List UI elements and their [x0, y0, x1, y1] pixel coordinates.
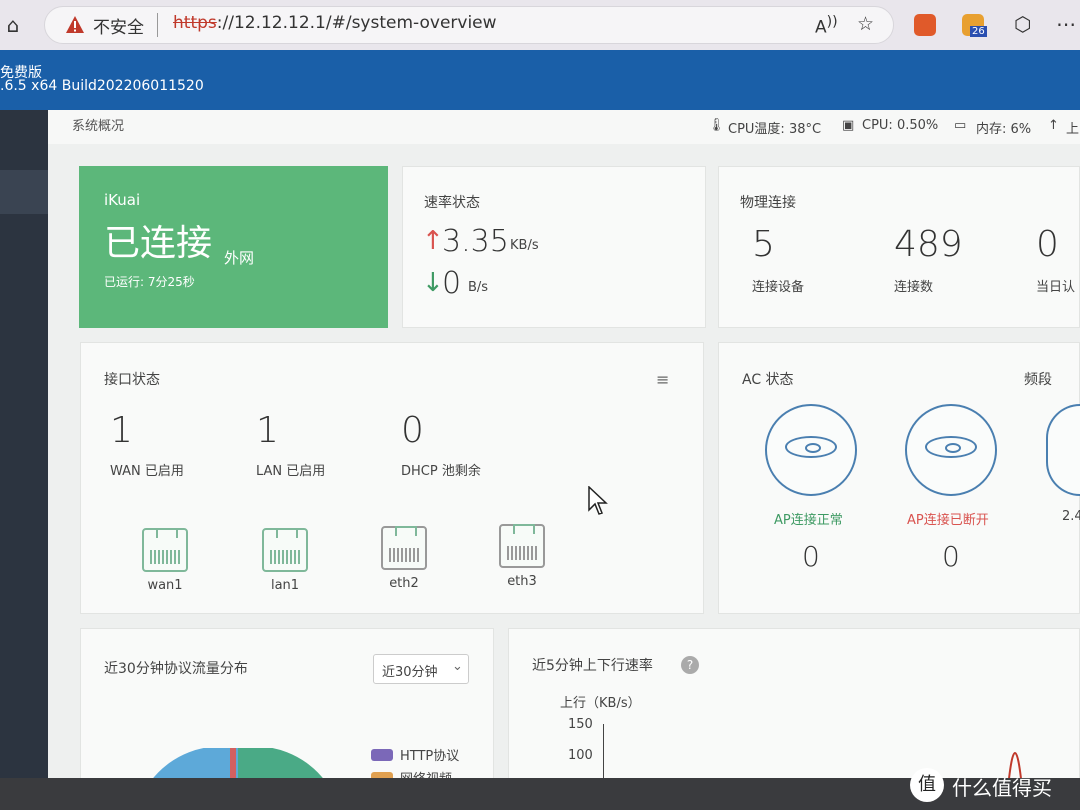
- port-label-lan1: lan1: [270, 578, 300, 593]
- download-arrow-icon: ↓: [422, 268, 444, 298]
- port-label-eth3: eth3: [507, 574, 537, 589]
- time-range-select[interactable]: 近30分钟 ⌄: [373, 654, 469, 684]
- band-title: 频段: [1024, 372, 1052, 388]
- brand-label: iKuai: [104, 191, 141, 209]
- separator: [157, 13, 158, 37]
- dhcp-count: 0: [401, 410, 424, 451]
- memory-usage: 内存: 6%: [976, 122, 1032, 137]
- wan-label: WAN 已启用: [110, 464, 184, 479]
- device-count-label: 连接设备: [752, 280, 805, 295]
- port-label-eth2: eth2: [389, 576, 419, 591]
- connection-status: 已连接: [104, 223, 213, 264]
- pie-slice: [150, 748, 238, 782]
- address-bar[interactable]: 不安全 https://12.12.12.1/#/system-overview…: [44, 6, 894, 44]
- warning-icon: [66, 16, 84, 33]
- version-label: .6.5 x64 Build202206011520: [0, 78, 204, 94]
- traffic-title: 近30分钟协议流量分布: [104, 661, 248, 677]
- ac-title: AC 状态: [742, 372, 794, 388]
- y-axis-label: 上行（KB/s）: [560, 696, 641, 711]
- thermometer-icon: 🌡: [708, 118, 725, 133]
- speed-title: 近5分钟上下行速率: [532, 658, 653, 674]
- y-tick-label: 100: [568, 748, 593, 763]
- ap-offline-label: AP连接已断开: [907, 513, 989, 528]
- extension-icon[interactable]: [914, 14, 936, 36]
- security-label[interactable]: 不安全: [93, 13, 144, 38]
- rate-title: 速率状态: [424, 195, 480, 211]
- upload-arrow-icon: ↑: [1048, 118, 1059, 133]
- help-icon[interactable]: ?: [681, 656, 699, 674]
- download-rate: 0: [442, 266, 462, 301]
- ap-online-label: AP连接正常: [774, 513, 843, 528]
- legend-swatch-http: [371, 749, 393, 761]
- band-label: 2.4: [1062, 509, 1080, 524]
- pie-slice: [230, 748, 236, 782]
- nav-item-active[interactable]: [0, 170, 48, 214]
- extensions-icon[interactable]: ⬡: [1014, 12, 1031, 36]
- more-icon[interactable]: ⋯: [1056, 12, 1076, 36]
- port-label-wan1: wan1: [147, 578, 183, 593]
- cpu-usage: CPU: 0.50%: [862, 118, 939, 133]
- rss-extension-icon[interactable]: 26: [962, 14, 987, 37]
- url-path: ://12.12.12.1/#/system-overview: [216, 13, 497, 33]
- upload-arrow-icon: ↑: [422, 226, 444, 256]
- protocol-pie-chart: [150, 748, 326, 782]
- pie-slice: [238, 748, 326, 782]
- home-icon[interactable]: ⌂: [2, 14, 24, 36]
- ap-offline-count: 0: [942, 540, 960, 573]
- upload-unit: KB/s: [510, 238, 539, 253]
- ap-online-count: 0: [802, 540, 820, 573]
- y-axis-line: [603, 724, 604, 784]
- physical-title: 物理连接: [740, 195, 796, 211]
- extension-badge: 26: [970, 26, 987, 37]
- download-unit: B/s: [468, 280, 489, 295]
- ap-offline-icon[interactable]: [905, 404, 997, 496]
- network-label: 外网: [224, 249, 255, 267]
- browser-toolbar: ⌂ 不安全 https://12.12.12.1/#/system-overvi…: [0, 0, 1080, 50]
- add-favorite-icon[interactable]: ☆: [857, 13, 874, 35]
- uptime-label: 已运行: 7分25秒: [104, 275, 195, 289]
- mouse-cursor-icon: [588, 486, 608, 515]
- session-count-label: 连接数: [894, 280, 934, 295]
- read-aloud-icon[interactable]: A)): [815, 14, 838, 38]
- breadcrumb: 系统概况: [72, 119, 125, 134]
- y-tick-label: 150: [568, 717, 593, 732]
- device-count: 5: [752, 224, 775, 265]
- auth-count-label: 当日认: [1036, 280, 1076, 295]
- upload-rate: 3.35: [442, 224, 509, 259]
- watermark-text: 什么值得买: [952, 776, 1052, 800]
- upload-label: 上: [1066, 122, 1080, 137]
- wan-count: 1: [110, 410, 133, 451]
- ethernet-port-icon[interactable]: [499, 524, 545, 568]
- time-range-value: 近30分钟: [382, 665, 438, 680]
- session-count: 489: [894, 224, 963, 265]
- interface-title: 接口状态: [104, 372, 160, 388]
- menu-icon[interactable]: ≡: [656, 370, 669, 389]
- ethernet-port-icon[interactable]: [142, 528, 188, 572]
- left-nav: [0, 110, 48, 810]
- app-header: 免费版 .6.5 x64 Build202206011520: [0, 50, 1080, 110]
- lan-count: 1: [256, 410, 279, 451]
- dhcp-label: DHCP 池剩余: [401, 464, 481, 479]
- memory-icon: ▭: [954, 118, 967, 133]
- chip-icon: ▣: [842, 118, 855, 133]
- chevron-down-icon: ⌄: [452, 659, 463, 674]
- lan-label: LAN 已启用: [256, 464, 326, 479]
- auth-count: 0: [1036, 224, 1059, 265]
- ap-online-icon[interactable]: [765, 404, 857, 496]
- ethernet-port-icon[interactable]: [262, 528, 308, 572]
- url-scheme: https: [173, 13, 217, 33]
- ethernet-port-icon[interactable]: [381, 526, 427, 570]
- legend-label-http: HTTP协议: [400, 749, 460, 764]
- cpu-temp: CPU温度: 38°C: [728, 122, 822, 137]
- url-text[interactable]: https://12.12.12.1/#/system-overview: [173, 13, 497, 33]
- watermark-logo-icon: 值: [910, 768, 944, 802]
